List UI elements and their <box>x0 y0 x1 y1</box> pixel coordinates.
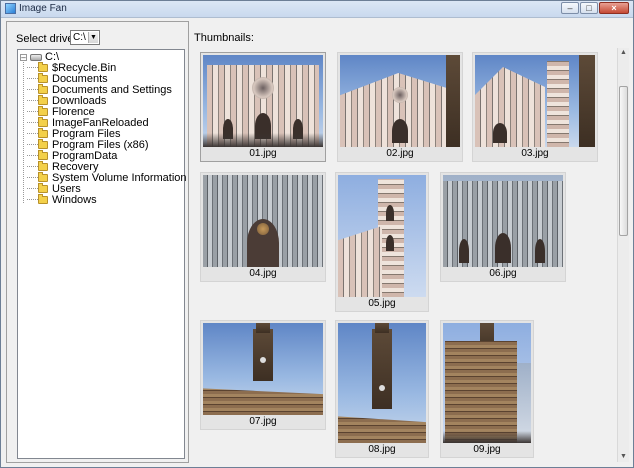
thumbnail[interactable]: 09.jpg <box>440 320 534 458</box>
thumbnails-label: Thumbnails: <box>194 32 254 44</box>
close-icon: × <box>611 3 617 13</box>
thumbnail-image[interactable] <box>338 175 426 297</box>
folder-icon <box>38 138 48 149</box>
scroll-down-icon[interactable]: ▼ <box>618 452 629 462</box>
tree-item[interactable]: Florence <box>18 105 187 118</box>
tree-item[interactable]: Documents and Settings <box>18 83 187 96</box>
thumbnail-image[interactable] <box>443 323 531 443</box>
thumbnail[interactable]: 01.jpg <box>200 52 326 162</box>
close-button[interactable]: × <box>599 2 629 14</box>
thumbnail-caption: 04.jpg <box>249 268 277 279</box>
folder-icon <box>38 171 48 182</box>
tree-item[interactable]: Users <box>18 182 187 195</box>
tree-item[interactable]: Recovery <box>18 160 187 173</box>
tree-branch-line <box>27 67 38 68</box>
tree-branch-line <box>27 111 38 112</box>
chevron-down-icon[interactable]: ▼ <box>88 32 98 43</box>
tree-branch-line <box>27 155 38 156</box>
thumbnail[interactable]: 05.jpg <box>335 172 429 312</box>
folder-icon <box>38 127 48 138</box>
folder-icon <box>38 83 48 94</box>
folder-icon <box>38 182 48 193</box>
thumbnail-caption: 03.jpg <box>521 148 549 159</box>
tree-branch-line <box>27 89 38 90</box>
tree-branch-line <box>27 122 38 123</box>
folder-tree[interactable]: – C:\ $Recycle.Bin Documents Documents and… <box>17 49 187 459</box>
folder-icon <box>38 149 48 160</box>
thumbnail-caption: 08.jpg <box>368 444 396 455</box>
folder-icon <box>38 61 48 72</box>
folder-icon <box>38 116 48 127</box>
tree-item[interactable]: Windows <box>18 193 187 206</box>
thumbnail-caption: 07.jpg <box>249 416 277 427</box>
thumbnail[interactable]: 03.jpg <box>472 52 598 162</box>
tree-item[interactable]: System Volume Information <box>18 171 187 184</box>
collapse-icon[interactable]: – <box>20 53 27 61</box>
folder-icon <box>38 72 48 83</box>
thumbnail-caption: 05.jpg <box>368 298 396 309</box>
title-bar[interactable]: Image Fan – □ × <box>1 1 633 18</box>
tree-branch-line <box>27 166 38 167</box>
drive-icon <box>30 53 42 61</box>
tree-item[interactable]: ImageFanReloaded <box>18 116 187 129</box>
vertical-scrollbar[interactable]: ▲ ▼ <box>617 48 629 462</box>
tree-item[interactable]: Documents <box>18 72 187 85</box>
thumbnail-caption: 09.jpg <box>473 444 501 455</box>
window-title: Image Fan <box>19 3 67 14</box>
tree-item[interactable]: ProgramData <box>18 149 187 162</box>
thumbnail-image[interactable] <box>203 55 323 147</box>
tree-item[interactable]: $Recycle.Bin <box>18 61 187 74</box>
app-icon <box>5 3 16 14</box>
thumbnail-image[interactable] <box>443 175 563 267</box>
folder-icon <box>38 105 48 116</box>
drive-select-value: C:\ <box>73 32 86 43</box>
app-window: Image Fan – □ × Select drive: C:\ ▼ – C:… <box>0 0 634 468</box>
thumbnail-caption: 06.jpg <box>489 268 517 279</box>
thumbnail[interactable]: 08.jpg <box>335 320 429 458</box>
thumbnail-caption: 01.jpg <box>249 148 277 159</box>
thumbnail[interactable]: 07.jpg <box>200 320 326 430</box>
thumbnail-image[interactable] <box>338 323 426 443</box>
thumbnails-panel: Thumbnails: 09.jpg 08.jpg 07.jpg 06.jpg 05.j… <box>189 21 629 463</box>
drive-select[interactable]: C:\ ▼ <box>70 30 100 45</box>
thumbnail-caption: 02.jpg <box>386 148 414 159</box>
minimize-icon: – <box>567 3 573 13</box>
thumbnail-image[interactable] <box>203 175 323 267</box>
window-controls: – □ × <box>560 2 629 15</box>
thumbnail[interactable]: 06.jpg <box>440 172 566 282</box>
thumbnail-image[interactable] <box>475 55 595 147</box>
scroll-up-icon[interactable]: ▲ <box>618 48 629 58</box>
maximize-button[interactable]: □ <box>580 2 598 14</box>
folder-icon <box>38 193 48 204</box>
folder-icon <box>38 160 48 171</box>
thumbnail-image[interactable] <box>203 323 323 415</box>
tree-branch-line <box>27 177 38 178</box>
tree-branch-line <box>27 199 38 200</box>
tree-items: $Recycle.Bin Documents Documents and Setti… <box>18 61 187 206</box>
maximize-icon: □ <box>586 3 592 13</box>
minimize-button[interactable]: – <box>561 2 579 14</box>
scrollbar-thumb[interactable] <box>619 86 628 236</box>
tree-branch-line <box>27 133 38 134</box>
tree-branch-line <box>27 188 38 189</box>
thumbnail-image[interactable] <box>340 55 460 147</box>
tree-branch-line <box>27 144 38 145</box>
tree-branch-line <box>27 78 38 79</box>
tree-item[interactable]: Program Files <box>18 127 187 140</box>
thumbnails-area[interactable]: 09.jpg 08.jpg 07.jpg 06.jpg 05.jpg 04.jpg 03.j… <box>192 48 629 462</box>
folder-panel: Select drive: C:\ ▼ – C:\ $Recycle.Bin Do… <box>6 21 189 463</box>
folder-icon <box>38 94 48 105</box>
tree-item[interactable]: Downloads <box>18 94 187 107</box>
tree-item[interactable]: Program Files (x86) <box>18 138 187 151</box>
thumbnail[interactable]: 02.jpg <box>337 52 463 162</box>
drive-label: Select drive: <box>16 33 77 45</box>
tree-item-label: Windows <box>52 193 97 206</box>
thumbnail[interactable]: 04.jpg <box>200 172 326 282</box>
tree-branch-line <box>27 100 38 101</box>
